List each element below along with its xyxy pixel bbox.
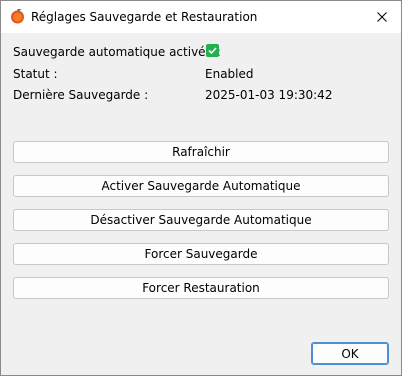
auto-backup-checkbox[interactable]	[206, 44, 219, 57]
disable-auto-backup-button[interactable]: Désactiver Sauvegarde Automatique	[13, 209, 389, 231]
refresh-button[interactable]: Rafraîchir	[13, 141, 389, 163]
last-backup-label: Dernière Sauvegarde :	[13, 88, 149, 102]
enable-auto-backup-button[interactable]: Activer Sauvegarde Automatique	[13, 175, 389, 197]
close-button[interactable]	[371, 7, 393, 27]
auto-backup-label: Sauvegarde automatique activée :	[13, 45, 221, 59]
title-bar: Réglages Sauvegarde et Restauration	[1, 1, 401, 33]
status-value: Enabled	[205, 67, 254, 81]
dialog-window: Réglages Sauvegarde et Restauration Sauv…	[0, 0, 402, 376]
window-title: Réglages Sauvegarde et Restauration	[31, 10, 258, 24]
status-label: Statut :	[13, 67, 58, 81]
ok-button[interactable]: OK	[311, 342, 389, 365]
dialog-content: Sauvegarde automatique activée : Statut …	[1, 33, 401, 375]
last-backup-value: 2025-01-03 19:30:42	[205, 88, 333, 102]
force-restore-button[interactable]: Forcer Restauration	[13, 277, 389, 299]
close-icon	[377, 12, 387, 22]
checkmark-icon	[208, 47, 217, 55]
orange-circle-icon	[11, 9, 24, 24]
force-backup-button[interactable]: Forcer Sauvegarde	[13, 243, 389, 265]
